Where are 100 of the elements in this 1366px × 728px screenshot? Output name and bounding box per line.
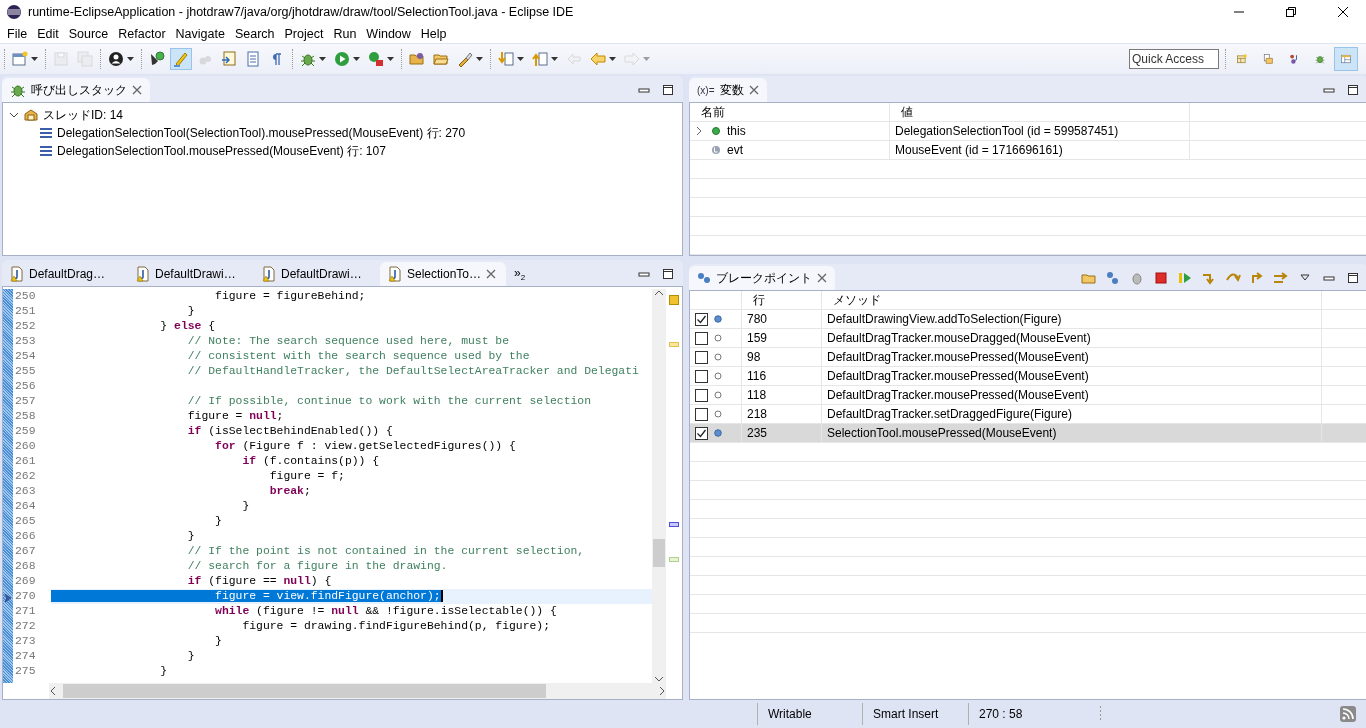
chevron-right-icon[interactable] [695,126,703,136]
editor-tab[interactable]: DefaultDrawi… [254,262,380,286]
caret-icon [353,57,360,61]
caret-icon [609,57,616,61]
new-window-icon [12,51,28,67]
app-logo-icon [6,4,22,20]
minimize-icon[interactable] [1323,87,1335,93]
editor-tab[interactable]: SelectionTo… [380,262,506,286]
table-row[interactable]: this DelegationSelectionTool (id = 599587451) [690,122,1366,141]
breakpoint-enabled-icon [714,315,722,323]
open-folder-icon [433,51,449,67]
scroll-up-icon[interactable] [654,289,664,297]
maximize-icon[interactable] [662,84,674,96]
line-number: 267 [14,544,37,559]
breakpoints-icon [697,272,711,284]
bug-icon [10,82,26,98]
perspective-button[interactable] [1334,47,1358,71]
column-header[interactable]: 名前 [695,103,725,121]
stop-icon[interactable] [1153,270,1169,286]
minimize-icon[interactable] [638,271,650,277]
resume-icon[interactable] [1177,270,1193,286]
menu-item[interactable]: File [2,26,33,41]
breakpoint-method[interactable]: DefaultDragTracker.mousePressed(MouseEvent) [827,369,1089,383]
quick-access-field[interactable]: Quick Access [1129,49,1219,69]
checkbox[interactable] [695,331,708,345]
horizontal-scrollbar[interactable] [49,683,666,699]
checkbox[interactable] [695,426,708,440]
line-number: 159 [747,331,768,345]
table-row[interactable]: 118 DefaultDragTracker.mousePressed(MouseEvent) [690,386,1366,405]
code-line: // search for a figure in the drawing. [186,559,449,574]
line-number: 255 [14,364,37,379]
menu-item[interactable]: Search [229,26,280,41]
checkbox[interactable] [695,388,708,402]
scrollbar-thumb[interactable] [63,684,546,698]
stack-frame-icon [39,145,53,157]
restore-icon[interactable] [1286,7,1296,17]
menu-item[interactable]: Edit [32,26,64,41]
menu-item[interactable]: Refactor [113,26,171,41]
line-number: 253 [14,334,37,349]
view-menu-icon[interactable] [1300,274,1310,282]
checkbox[interactable] [695,369,708,383]
checkbox[interactable] [695,407,708,421]
checkbox[interactable] [695,312,708,326]
document-folder-icon [1263,51,1273,67]
minimize-icon[interactable] [638,87,650,93]
maximize-icon[interactable] [662,268,674,280]
menu-item[interactable]: Project [279,26,329,41]
menu-item[interactable]: Window [361,26,416,41]
step-return-icon[interactable] [1249,270,1265,286]
menu-item[interactable]: Help [415,26,452,41]
line-number: 263 [14,484,37,499]
table-row[interactable]: 159 DefaultDragTracker.mouseDragged(MouseEvent) [690,329,1366,348]
close-icon[interactable] [1338,7,1348,17]
feed-icon[interactable] [1340,706,1356,722]
ruler-mark[interactable] [669,522,679,527]
menu-item[interactable]: Navigate [170,26,230,41]
breakpoint-method[interactable]: DefaultDragTracker.setDraggedFigure(Figure) [827,407,1072,421]
scrollbar-thumb[interactable] [653,539,665,567]
line-number: 272 [14,619,37,634]
breakpoint-method[interactable]: DefaultDragTracker.mousePressed(MouseEvent) [827,388,1089,402]
breakpoint-method[interactable]: DefaultDragTracker.mousePressed(MouseEvent) [827,350,1089,364]
breakpoint-method[interactable]: DefaultDrawingView.addToSelection(Figure) [827,312,1062,326]
line-number: 218 [747,407,768,421]
line-number: 257 [14,394,37,409]
menu-item[interactable]: Run [328,26,362,41]
column-header[interactable]: 値 [895,103,913,121]
breakpoint-method[interactable]: DefaultDragTracker.mouseDragged(MouseEvent) [827,331,1091,345]
line-number: 270 [14,589,37,604]
breakpoint-method[interactable]: SelectionTool.mousePressed(MouseEvent) [827,426,1057,440]
stack-frame[interactable]: DelegationSelectionTool.mousePressed(MouseEvent) 行: 107 [57,142,386,160]
editor-tab[interactable]: DefaultDrag… [2,262,128,286]
scroll-down-icon[interactable] [654,675,664,683]
maximize-icon[interactable] [1347,84,1359,96]
code-line: figure = drawing.findFigureBehind(p, figure); [241,619,551,634]
variable-name[interactable]: this [727,124,746,138]
column-header[interactable]: 行 [747,291,765,309]
table-row[interactable]: evt MouseEvent (id = 1716696161) [690,141,1366,160]
line-number: 258 [14,409,37,424]
minimize-icon[interactable] [1323,275,1335,281]
column-header[interactable]: メソッド [827,291,881,309]
table-row[interactable]: 98 DefaultDragTracker.mousePressed(MouseEvent) [690,348,1366,367]
table-row[interactable]: 780 DefaultDrawingView.addToSelection(Figure) [690,310,1366,329]
tab-overflow-button[interactable]: »$_{2}$ [514,265,526,283]
breakpoints-icon[interactable] [1105,270,1121,286]
bug-icon[interactable] [1129,270,1145,286]
maximize-icon[interactable] [1347,272,1359,284]
menu-item[interactable]: Source [63,26,114,41]
table-row[interactable]: 235 SelectionTool.mousePressed(MouseEvent) [690,424,1366,443]
variable-name[interactable]: evt [727,143,743,157]
thread-label[interactable]: スレッドID: 14 [43,106,123,124]
code-editor[interactable] [2,286,683,700]
view-tab[interactable]: 変数 [719,81,744,99]
arrows-icon[interactable] [1273,270,1289,286]
checkbox[interactable] [695,350,708,364]
line-number: 256 [14,379,37,394]
chevron-down-icon[interactable] [9,110,19,120]
vertical-scrollbar[interactable] [652,289,666,683]
stack-frame[interactable]: DelegationSelectionTool(SelectionTool).mousePressed(MouseEvent) 行: 270 [57,124,466,142]
editor-tab[interactable]: DefaultDrawi… [128,262,254,286]
table-row[interactable]: 116 DefaultDragTracker.mousePressed(MouseEvent) [690,367,1366,386]
